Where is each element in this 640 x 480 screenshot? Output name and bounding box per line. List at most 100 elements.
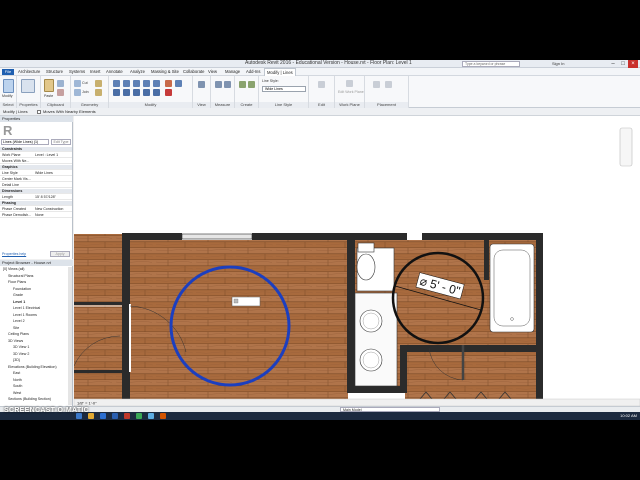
navigation-bar[interactable] — [619, 127, 633, 167]
browser-tree-item[interactable]: South — [13, 384, 22, 389]
sign-in-link[interactable]: Sign In — [552, 61, 564, 66]
browser-tree-item[interactable]: North — [13, 378, 22, 383]
browser-tree-item[interactable]: 3D Views — [8, 339, 23, 344]
tab-manage[interactable]: Manage — [225, 69, 240, 74]
modify-tool-icon[interactable] — [3, 79, 14, 93]
copy-icon[interactable] — [57, 80, 64, 87]
view-scale[interactable]: 1/8" = 1'-0" — [77, 401, 97, 406]
browser-tree-item[interactable]: Level 1 — [13, 300, 25, 305]
browser-tree-item[interactable]: Sections (Building Section) — [8, 397, 51, 402]
property-row[interactable]: Line Style Wide Lines — [0, 171, 72, 176]
move-icon[interactable] — [113, 89, 120, 96]
edit-type-button[interactable]: Edit Type — [51, 139, 71, 145]
browser-tree-item[interactable]: {3D} — [13, 358, 20, 363]
close-icon[interactable]: × — [628, 60, 638, 68]
tab-massing-site[interactable]: Massing & Site — [151, 69, 179, 74]
array-icon[interactable] — [143, 89, 150, 96]
split-icon[interactable] — [153, 80, 160, 87]
property-row[interactable]: Detail Line — [0, 183, 72, 188]
measure-icon[interactable] — [215, 81, 222, 88]
align-icon[interactable] — [113, 80, 120, 87]
property-row[interactable]: Center Mark Vis... — [0, 177, 72, 182]
tab-architecture[interactable]: Architecture — [18, 69, 40, 74]
rotate-icon[interactable] — [133, 89, 140, 96]
browser-tree-item[interactable]: Level 1 Electrical — [13, 306, 40, 311]
vanity — [354, 292, 398, 387]
tab-annotate[interactable]: Annotate — [106, 69, 123, 74]
browser-scrollbar[interactable] — [68, 267, 72, 405]
chrome-icon[interactable] — [136, 413, 142, 419]
dimension-icon[interactable] — [224, 81, 231, 88]
search-input[interactable]: Type a keyword or phrase — [462, 61, 520, 67]
mirror-draw-icon[interactable] — [143, 80, 150, 87]
word-icon[interactable] — [112, 413, 118, 419]
properties-icon[interactable] — [21, 79, 35, 93]
browser-tree-item[interactable]: Site — [13, 326, 19, 331]
browser-tree-item[interactable]: Floor Plans — [8, 280, 26, 285]
powerpoint-icon[interactable] — [124, 413, 130, 419]
tab-view[interactable]: View — [208, 69, 217, 74]
revit-taskbar-icon[interactable] — [148, 413, 154, 419]
browser-tree-item[interactable]: Foundation — [13, 287, 31, 292]
tab-insert[interactable]: Insert — [90, 69, 100, 74]
browser-tree-item[interactable]: [0] Views (all) — [3, 267, 25, 272]
line-style-dropdown[interactable]: Wide Lines — [262, 86, 306, 92]
property-row[interactable]: Work Plane Level : Level 1 — [0, 153, 72, 158]
copy-element-icon[interactable] — [123, 89, 130, 96]
tab-analyze[interactable]: Analyze — [130, 69, 145, 74]
browser-tree-item[interactable]: Level 2 — [13, 319, 25, 324]
tab-collaborate[interactable]: Collaborate — [183, 69, 204, 74]
property-row[interactable]: Phase Demolish... None — [0, 213, 72, 218]
type-selector[interactable]: Lines (Wide Lines) (1) — [1, 139, 49, 145]
browser-tree-item[interactable]: Grade — [13, 293, 23, 298]
cope-icon[interactable] — [74, 80, 81, 87]
view-icon[interactable] — [198, 81, 205, 88]
reset-icon[interactable] — [385, 81, 392, 88]
paste-icon[interactable] — [44, 79, 54, 92]
clock: 10:02 AM — [620, 413, 637, 418]
delete-icon[interactable] — [165, 89, 172, 96]
apply-button[interactable]: Apply — [50, 251, 70, 257]
pick-new-host-icon[interactable] — [373, 81, 380, 88]
browser-tree-item[interactable]: Elevations (Building Elevation) — [8, 365, 57, 370]
join-icon[interactable] — [74, 89, 81, 96]
property-row[interactable]: Moves With Ne... — [0, 159, 72, 164]
file-tab[interactable]: File — [2, 69, 14, 75]
property-name: Moves With Ne... — [2, 159, 30, 163]
drawing-canvas[interactable]: ⌀ 5' - 0" 1/8" = 1'-0" — [73, 116, 640, 407]
tab-structure[interactable]: Structure — [46, 69, 63, 74]
app-icon[interactable] — [160, 413, 166, 419]
create-similar-icon[interactable] — [248, 81, 255, 88]
edit-work-plane-icon[interactable] — [346, 80, 353, 87]
scale-icon[interactable] — [153, 89, 160, 96]
properties-help-link[interactable]: Properties help — [2, 252, 26, 256]
property-row[interactable]: Length 15' 8 57/128" — [0, 195, 72, 200]
browser-tree-item[interactable]: Level 1 Rooms — [13, 313, 37, 318]
pin-icon[interactable] — [175, 80, 182, 87]
browser-tree-item[interactable]: Structural Plans — [8, 274, 33, 279]
tab-add-ins[interactable]: Add-Ins — [246, 69, 260, 74]
browser-tree-item[interactable]: West — [13, 391, 21, 396]
taskbar: 10:02 AM — [0, 412, 640, 420]
trim-icon[interactable] — [165, 80, 172, 87]
split-face-icon[interactable] — [95, 89, 102, 96]
left-hall-floor — [74, 234, 124, 406]
browser-tree-item[interactable]: 3D View 2 — [13, 352, 29, 357]
tab-systems[interactable]: Systems — [69, 69, 85, 74]
mirror-axis-icon[interactable] — [133, 80, 140, 87]
tab-modify-lines[interactable]: Modify | Lines — [264, 68, 296, 76]
browser-tree-item[interactable]: 3D View 1 — [13, 345, 29, 350]
ribbon-group-create: Create — [235, 76, 259, 108]
moves-with-checkbox[interactable] — [37, 110, 41, 114]
minimize-icon[interactable]: – — [608, 60, 618, 68]
property-row[interactable]: Phase Created New Construction — [0, 207, 72, 212]
browser-tree-item[interactable]: East — [13, 371, 20, 376]
maximize-icon[interactable]: □ — [618, 60, 628, 68]
offset-icon[interactable] — [123, 80, 130, 87]
cut-icon[interactable] — [57, 89, 64, 96]
browser-tree-item[interactable]: Ceiling Plans — [8, 332, 29, 337]
edge-icon[interactable] — [100, 413, 106, 419]
convert-lines-icon[interactable] — [318, 81, 325, 88]
create-group-icon[interactable] — [239, 81, 246, 88]
paint-icon[interactable] — [95, 80, 102, 87]
